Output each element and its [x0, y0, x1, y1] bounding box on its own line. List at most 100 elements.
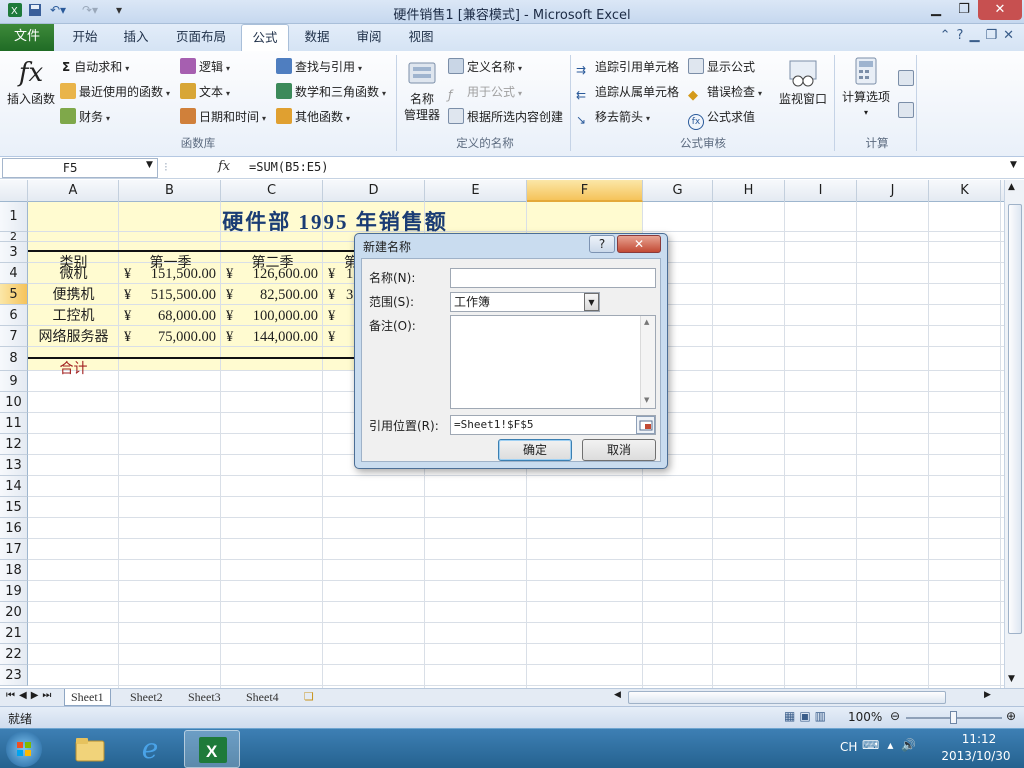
tab-view[interactable]: 视图 [400, 24, 442, 51]
use-in-formula-button[interactable]: ƒ 用于公式 ▾ [448, 82, 522, 102]
restore-button[interactable]: ❐ [948, 0, 980, 20]
sheet-tab-sheet4[interactable]: Sheet4 [240, 689, 285, 706]
show-formulas-button[interactable]: 显示公式 [688, 57, 755, 77]
error-checking-button[interactable]: ◆ 错误检查 ▾ [688, 82, 762, 103]
name-manager-button[interactable]: 名称 管理器 [400, 57, 444, 123]
row-header-5[interactable]: 5 [0, 284, 28, 305]
row-header-18[interactable]: 18 [0, 560, 28, 581]
dialog-close-button[interactable]: ✕ [617, 235, 661, 253]
collapse-ribbon-icon[interactable]: ⌃ [940, 28, 957, 43]
tab-home[interactable]: 开始 [62, 24, 108, 51]
tab-page-layout[interactable]: 页面布局 [168, 24, 234, 51]
trace-dependents-button[interactable]: ⇇ 追踪从属单元格 [576, 82, 679, 102]
scroll-down-icon[interactable]: ▼ [1008, 674, 1015, 684]
name-input[interactable] [450, 268, 656, 288]
comment-scrollbar[interactable]: ▲ ▼ [640, 316, 655, 408]
collapse-dialog-icon[interactable] [636, 416, 655, 434]
column-header-i[interactable]: I [785, 180, 857, 202]
sheet-tab-sheet2[interactable]: Sheet2 [124, 689, 169, 706]
insert-function-fx-button[interactable]: fx [218, 159, 230, 174]
row-header-10[interactable]: 10 [0, 392, 28, 413]
column-header-e[interactable]: E [425, 180, 527, 202]
text-button[interactable]: 文本 ▾ [180, 82, 230, 102]
view-buttons-icon[interactable]: ▦▣▥ [784, 709, 830, 723]
row-header-3[interactable]: 3 [0, 242, 28, 263]
column-header-j[interactable]: J [857, 180, 929, 202]
scroll-left-icon[interactable]: ◀ [614, 690, 621, 700]
clock-date[interactable]: 2013/10/30 [936, 749, 1016, 763]
formula-input[interactable]: =SUM(B5:E5) [246, 158, 1010, 178]
wb-minimize-icon[interactable]: ▁ [969, 28, 985, 43]
row-header-14[interactable]: 14 [0, 476, 28, 497]
sheet-tab-sheet1[interactable]: Sheet1 [64, 689, 111, 706]
row-header-4[interactable]: 4 [0, 263, 28, 284]
column-header-h[interactable]: H [713, 180, 785, 202]
scroll-right-icon[interactable]: ▶ [984, 690, 991, 700]
evaluate-formula-button[interactable]: fx 公式求值 [688, 107, 755, 130]
comment-textarea[interactable] [450, 315, 656, 409]
refers-to-input[interactable]: =Sheet1!$F$5 [450, 415, 656, 435]
datetime-button[interactable]: 日期和时间 ▾ [180, 107, 266, 127]
row-header-9[interactable]: 9 [0, 371, 28, 392]
excel-taskbar-button[interactable]: X [184, 730, 240, 768]
tray-icons[interactable]: ⌨▴🔊 [862, 738, 924, 752]
name-box-dropdown-icon[interactable]: ▼ [146, 160, 153, 170]
math-trig-button[interactable]: 数学和三角函数 ▾ [276, 82, 386, 102]
more-functions-button[interactable]: 其他函数 ▾ [276, 107, 350, 127]
autosum-button[interactable]: Σ 自动求和 ▾ [62, 57, 129, 77]
expand-formula-bar-icon[interactable]: ▼ [1010, 160, 1017, 170]
help-icon[interactable]: ? [957, 28, 970, 43]
column-header-a[interactable]: A [28, 180, 119, 202]
zoom-out-icon[interactable]: ⊖ [890, 709, 900, 723]
scroll-up-icon[interactable]: ▲ [1008, 182, 1015, 192]
select-all-corner[interactable] [0, 180, 28, 202]
name-box[interactable]: F5 [2, 158, 158, 178]
row-header-6[interactable]: 6 [0, 305, 28, 326]
row-header-21[interactable]: 21 [0, 623, 28, 644]
row-header-23[interactable]: 23 [0, 665, 28, 686]
sheet-tab-sheet3[interactable]: Sheet3 [182, 689, 227, 706]
zoom-slider-thumb[interactable] [950, 711, 957, 724]
calculate-now-icon[interactable] [898, 69, 917, 89]
column-header-k[interactable]: K [929, 180, 1001, 202]
row-header-17[interactable]: 17 [0, 539, 28, 560]
remove-arrows-button[interactable]: ↘ 移去箭头 ▾ [576, 107, 650, 127]
vertical-scrollbar[interactable]: ▲ ▼ [1004, 180, 1024, 688]
column-header-b[interactable]: B [119, 180, 221, 202]
scope-select[interactable]: 工作簿 [450, 292, 600, 312]
column-header-g[interactable]: G [643, 180, 713, 202]
lookup-reference-button[interactable]: 查找与引用 ▾ [276, 57, 362, 77]
wb-restore-icon[interactable]: ❐ [985, 28, 1003, 43]
column-header-c[interactable]: C [221, 180, 323, 202]
tab-review[interactable]: 审阅 [348, 24, 390, 51]
tab-formulas[interactable]: 公式 [241, 24, 289, 52]
input-language[interactable]: CH [840, 740, 857, 754]
column-header-f[interactable]: F [527, 180, 643, 202]
cancel-button[interactable]: 取消 [582, 439, 656, 461]
wb-close-icon[interactable]: ✕ [1003, 28, 1020, 43]
row-header-11[interactable]: 11 [0, 413, 28, 434]
horizontal-scroll-thumb[interactable] [628, 691, 946, 704]
zoom-level[interactable]: 100% [848, 710, 882, 724]
zoom-in-icon[interactable]: ⊕ [1006, 709, 1016, 723]
row-header-20[interactable]: 20 [0, 602, 28, 623]
scope-dropdown-icon[interactable]: ▼ [584, 293, 599, 311]
tab-data[interactable]: 数据 [296, 24, 338, 51]
calculate-sheet-icon[interactable] [898, 101, 917, 121]
define-name-button[interactable]: 定义名称 ▾ [448, 57, 522, 77]
tab-insert[interactable]: 插入 [114, 24, 158, 51]
ie-taskbar-icon[interactable]: e [130, 733, 170, 765]
row-header-19[interactable]: 19 [0, 581, 28, 602]
tab-file[interactable]: 文件 [0, 24, 54, 51]
vertical-scroll-thumb[interactable] [1008, 204, 1022, 634]
create-from-selection-button[interactable]: 根据所选内容创建 [448, 107, 563, 127]
row-header-7[interactable]: 7 [0, 326, 28, 347]
start-button[interactable] [6, 731, 42, 767]
trace-precedents-button[interactable]: ⇉ 追踪引用单元格 [576, 57, 679, 77]
row-header-1[interactable]: 1 [0, 202, 28, 232]
column-header-d[interactable]: D [323, 180, 425, 202]
dialog-help-button[interactable]: ? [589, 235, 615, 253]
logical-button[interactable]: 逻辑 ▾ [180, 57, 230, 77]
row-header-13[interactable]: 13 [0, 455, 28, 476]
row-header-22[interactable]: 22 [0, 644, 28, 665]
